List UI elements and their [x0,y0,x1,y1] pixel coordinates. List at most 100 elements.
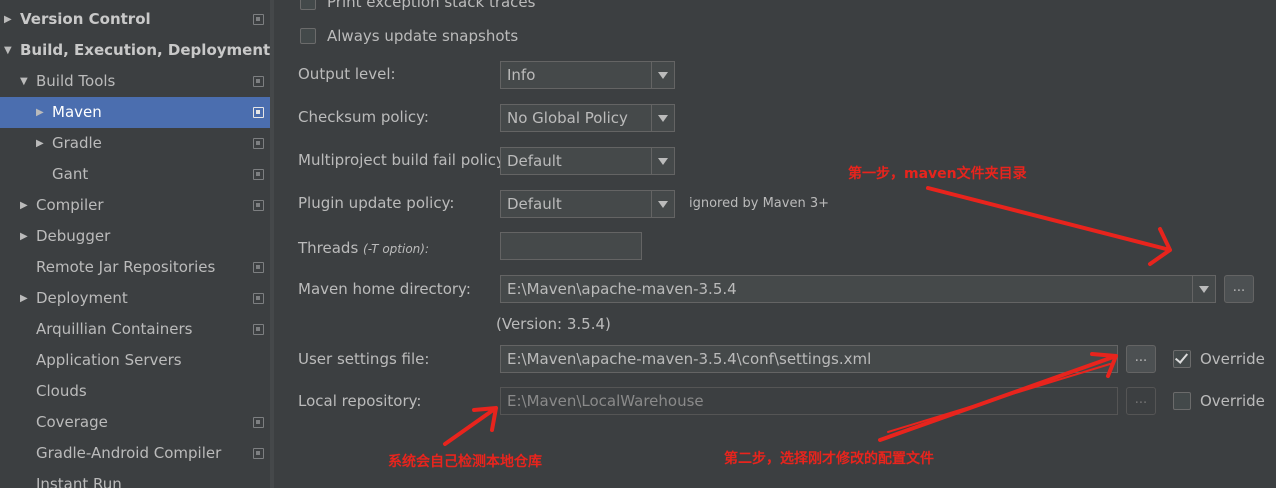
sidebar-item-label: Build Tools [36,72,116,90]
sidebar-item-gradle[interactable]: ▶ Gradle [0,128,270,159]
sidebar-item-label: Application Servers [36,351,182,369]
print-exception-checkbox[interactable] [300,0,316,10]
annotation-step1: 第一步，maven文件夹目录 [848,166,1027,182]
print-exception-label: Print exception stack traces [327,0,536,11]
output-level-label: Output level: [298,65,396,83]
project-settings-icon [253,262,264,273]
project-settings-icon [253,417,264,428]
expand-down-icon[interactable]: ▼ [20,66,28,97]
checksum-policy-value: No Global Policy [507,109,628,127]
threads-input[interactable] [500,232,642,260]
sidebar-item-label: Coverage [36,413,108,431]
sidebar-item-label: Arquillian Containers [36,320,193,338]
checksum-policy-label: Checksum policy: [298,108,429,126]
expand-right-icon[interactable]: ▶ [20,283,28,314]
settings-sidebar-tree: ▶ Version Control ▼ Build, Execution, Deplo… [0,0,270,488]
sidebar-item-maven[interactable]: ▶ Maven [0,97,270,128]
plugin-update-note: ignored by Maven 3+ [689,196,829,211]
local-repository-input[interactable]: E:\Maven\LocalWarehouse [500,387,1118,415]
project-settings-icon [253,76,264,87]
project-settings-icon [253,293,264,304]
threads-label-text: Threads [298,239,359,257]
sidebar-item-label: Clouds [36,382,87,400]
chevron-down-icon[interactable] [651,62,674,88]
sidebar-item-coverage[interactable]: Coverage [0,407,270,438]
expand-right-icon[interactable]: ▶ [20,190,28,221]
annotation-auto-detect: 系统会自己检测本地仓库 [388,454,542,470]
chevron-down-icon[interactable] [651,105,674,131]
sidebar-item-deployment[interactable]: ▶ Deployment [0,283,270,314]
sidebar-item-application-servers[interactable]: Application Servers [0,345,270,376]
local-repository-override-checkbox[interactable] [1173,392,1191,410]
sidebar-item-label: Build, Execution, Deployment [20,41,270,59]
project-settings-icon [253,138,264,149]
user-settings-file-value: E:\Maven\apache-maven-3.5.4\conf\setting… [507,350,872,368]
sidebar-item-label: Gradle-Android Compiler [36,444,222,462]
user-settings-file-input[interactable]: E:\Maven\apache-maven-3.5.4\conf\setting… [500,345,1118,373]
plugin-update-policy-label: Plugin update policy: [298,194,455,212]
user-settings-browse-button[interactable]: ... [1126,345,1156,373]
sidebar-item-arquillian-containers[interactable]: Arquillian Containers [0,314,270,345]
maven-home-directory-combo[interactable]: E:\Maven\apache-maven-3.5.4 [500,275,1216,303]
multiproject-fail-policy-label: Multiproject build fail policy: [298,151,509,169]
project-settings-icon [253,14,264,25]
sidebar-item-build-tools[interactable]: ▼ Build Tools [0,66,270,97]
output-level-dropdown[interactable]: Info [500,61,675,89]
project-settings-icon [253,448,264,459]
user-settings-override-checkbox[interactable] [1173,350,1191,368]
maven-home-browse-button[interactable]: ... [1224,275,1254,303]
local-repository-label: Local repository: [298,392,422,410]
plugin-update-policy-value: Default [507,195,562,213]
threads-label: Threads (-T option): [298,238,429,259]
sidebar-item-clouds[interactable]: Clouds [0,376,270,407]
maven-settings-panel: Print exception stack traces Always upda… [284,0,1276,488]
expand-right-icon[interactable]: ▶ [4,4,12,35]
project-settings-icon [253,169,264,180]
sidebar-item-label: Version Control [20,10,151,28]
chevron-down-icon[interactable] [1192,276,1215,302]
sidebar-item-label: Compiler [36,196,104,214]
sidebar-item-debugger[interactable]: ▶ Debugger [0,221,270,252]
sidebar-item-label: Instant Run [36,475,122,488]
sidebar-item-label: Deployment [36,289,128,307]
expand-right-icon[interactable]: ▶ [36,97,44,128]
plugin-update-policy-dropdown[interactable]: Default [500,190,675,218]
sidebar-item-gant[interactable]: Gant [0,159,270,190]
chevron-down-icon[interactable] [651,148,674,174]
project-settings-icon [253,107,264,118]
maven-home-directory-label: Maven home directory: [298,280,471,298]
always-update-snapshots-checkbox[interactable] [300,28,316,44]
user-settings-file-label: User settings file: [298,350,430,368]
threads-hint: (-T option): [363,242,429,256]
annotation-step2: 第二步，选择刚才修改的配置文件 [724,451,934,467]
sidebar-item-label: Gant [52,165,89,183]
checksum-policy-dropdown[interactable]: No Global Policy [500,104,675,132]
sidebar-item-label: Remote Jar Repositories [36,258,216,276]
chevron-down-icon[interactable] [651,191,674,217]
local-repository-browse-button[interactable]: ... [1126,387,1156,415]
sidebar-item-instant-run[interactable]: Instant Run [0,469,270,488]
user-settings-override-label: Override [1200,350,1265,368]
sidebar-scrollbar[interactable] [274,0,284,488]
always-update-snapshots-label: Always update snapshots [327,27,519,45]
expand-right-icon[interactable]: ▶ [20,221,28,252]
sidebar-item-build-execution-deployment[interactable]: ▼ Build, Execution, Deployment [0,35,270,66]
sidebar-item-label: Gradle [52,134,102,152]
sidebar-item-version-control[interactable]: ▶ Version Control [0,4,270,35]
multiproject-fail-policy-dropdown[interactable]: Default [500,147,675,175]
maven-version-label: (Version: 3.5.4) [496,315,611,333]
local-repository-override-label: Override [1200,392,1265,410]
local-repository-value: E:\Maven\LocalWarehouse [507,392,704,410]
sidebar-item-label: Maven [52,103,102,121]
project-settings-icon [253,324,264,335]
sidebar-item-compiler[interactable]: ▶ Compiler [0,190,270,221]
sidebar-item-label: Debugger [36,227,111,245]
expand-down-icon[interactable]: ▼ [4,35,12,66]
sidebar-item-gradle-android-compiler[interactable]: Gradle-Android Compiler [0,438,270,469]
project-settings-icon [253,200,264,211]
output-level-value: Info [507,66,536,84]
multiproject-fail-policy-value: Default [507,152,562,170]
maven-home-directory-value: E:\Maven\apache-maven-3.5.4 [507,280,737,298]
expand-right-icon[interactable]: ▶ [36,128,44,159]
sidebar-item-remote-jar-repositories[interactable]: Remote Jar Repositories [0,252,270,283]
